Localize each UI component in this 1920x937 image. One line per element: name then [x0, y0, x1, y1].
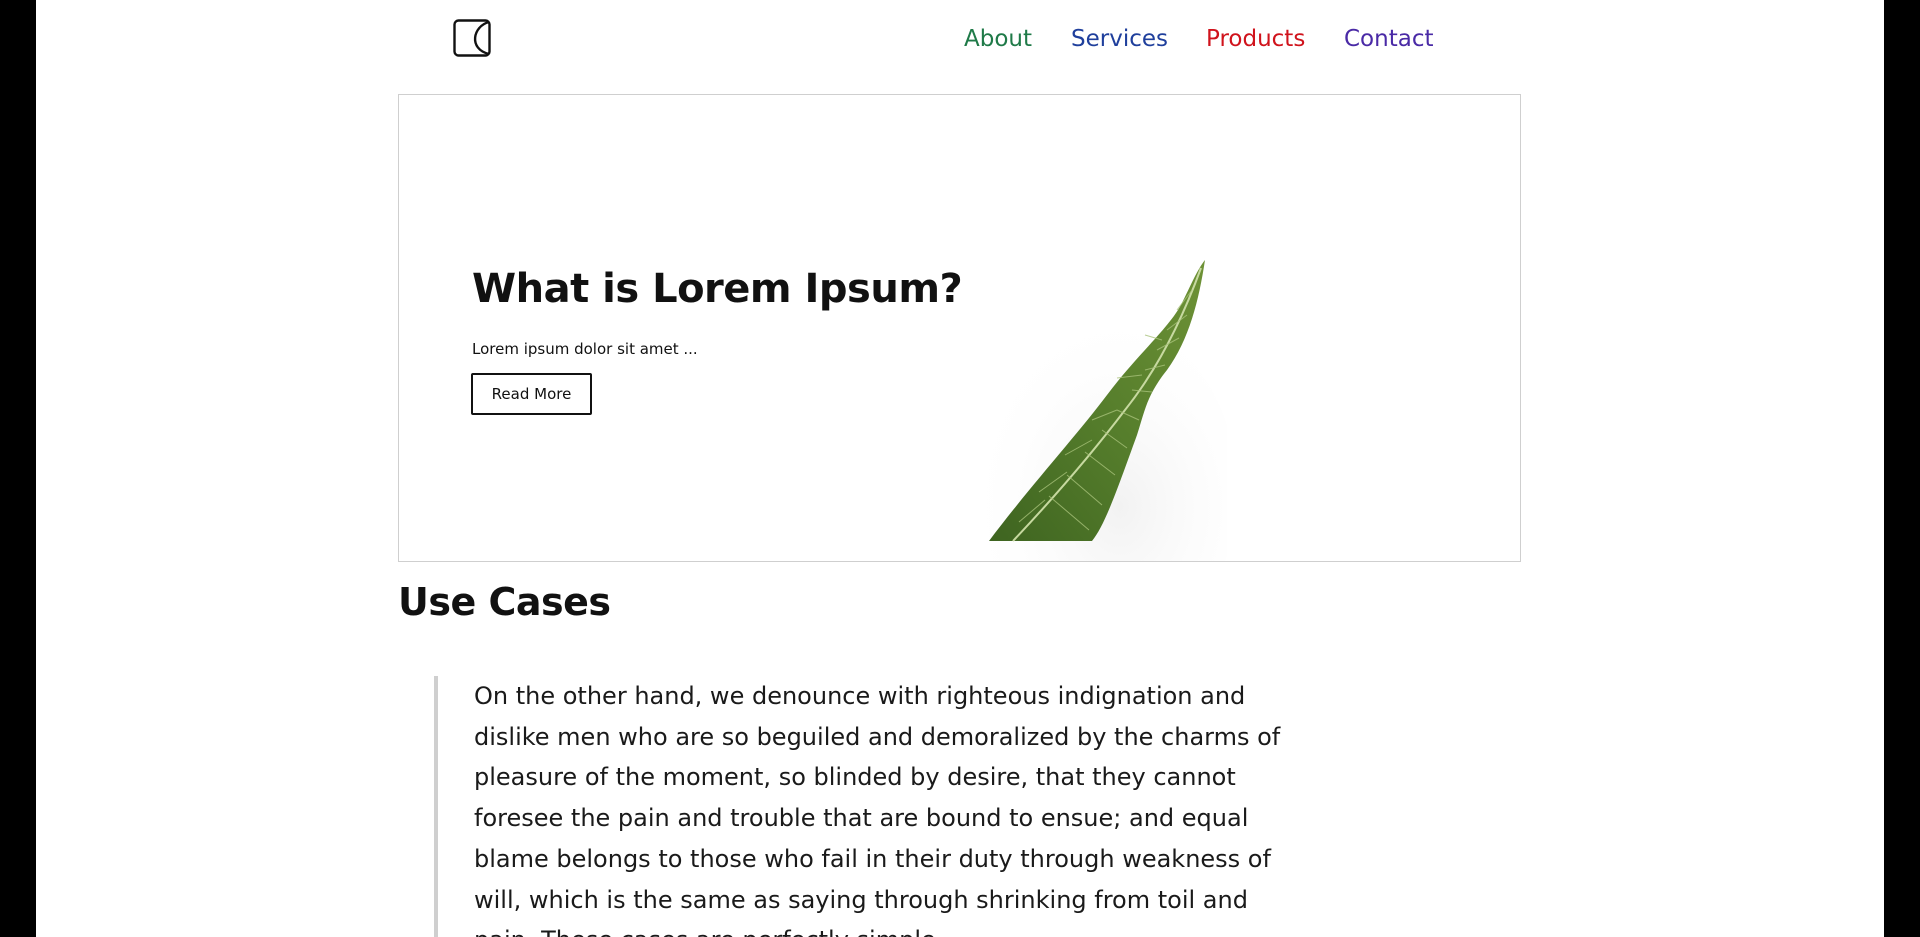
nav-link-about[interactable]: About	[964, 23, 1032, 55]
hero-description: Lorem ipsum dolor sit amet ...	[472, 340, 698, 358]
hero-card: What is Lorem Ipsum? Lorem ipsum dolor s…	[398, 94, 1521, 562]
use-cases-quote: On the other hand, we denounce with righ…	[434, 676, 1354, 937]
use-cases-title: Use Cases	[398, 580, 611, 624]
leaf-image	[977, 260, 1227, 561]
nav-link-contact[interactable]: Contact	[1344, 23, 1433, 55]
nav-link-services[interactable]: Services	[1071, 23, 1168, 55]
read-more-button[interactable]: Read More	[471, 373, 592, 415]
page: About Services Products Contact What is …	[36, 0, 1884, 937]
hero-title: What is Lorem Ipsum?	[472, 266, 963, 312]
main-nav: About Services Products Contact	[36, 23, 1884, 55]
quote-text: On the other hand, we denounce with righ…	[474, 682, 1281, 937]
nav-link-products[interactable]: Products	[1206, 23, 1305, 55]
